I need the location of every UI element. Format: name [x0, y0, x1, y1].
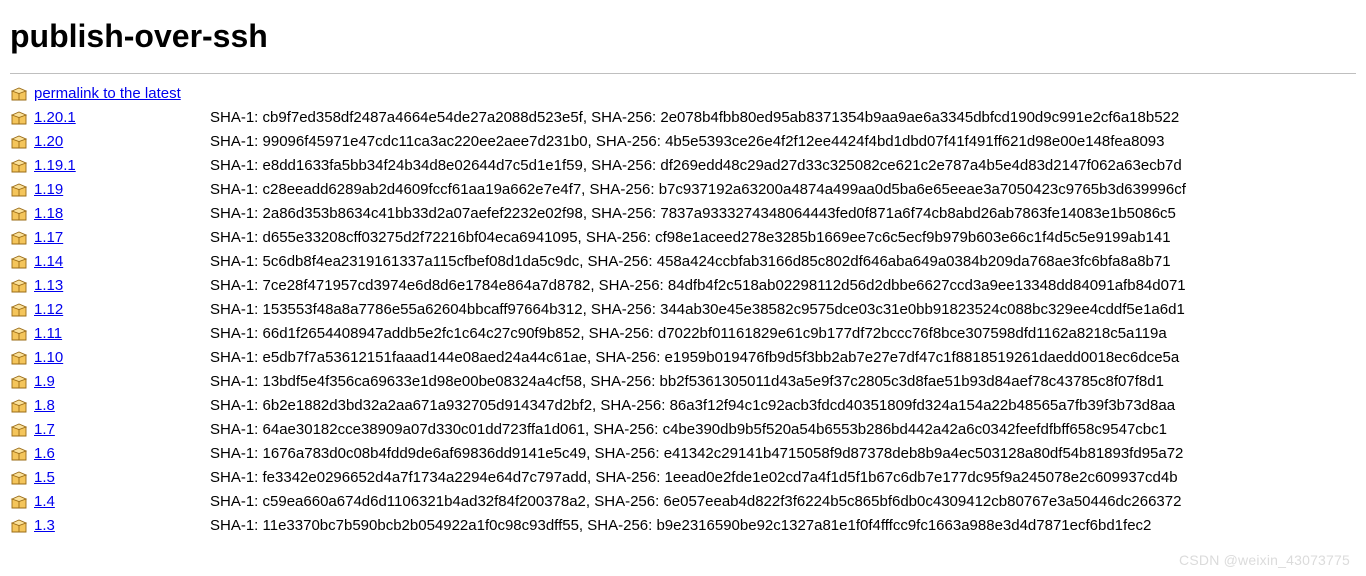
- package-icon: [10, 519, 28, 533]
- hash-text: SHA-1: 13bdf5e4f356ca69633e1d98e00be0832…: [210, 372, 1356, 392]
- package-icon: [10, 255, 28, 269]
- version-link[interactable]: 1.13: [34, 276, 63, 296]
- permalink-link[interactable]: permalink to the latest: [34, 84, 181, 104]
- release-row: 1.12 SHA-1: 153553f48a8a7786e55a62604bbca…: [10, 298, 1356, 322]
- version-link[interactable]: 1.17: [34, 228, 63, 248]
- version-link[interactable]: 1.11: [34, 324, 62, 344]
- hash-text: SHA-1: 66d1f2654408947addb5e2fc1c64c27c9…: [210, 324, 1356, 344]
- hash-text: SHA-1: d655e33208cff03275d2f72216bf04eca…: [210, 228, 1356, 248]
- version-link[interactable]: 1.19: [34, 180, 63, 200]
- release-row: 1.11 SHA-1: 66d1f2654408947addb5e2fc1c64c…: [10, 322, 1356, 346]
- package-icon: [10, 495, 28, 509]
- package-icon: [10, 471, 28, 485]
- release-row: 1.14 SHA-1: 5c6db8f4ea2319161337a115cfbef…: [10, 250, 1356, 274]
- version-link[interactable]: 1.8: [34, 396, 55, 416]
- package-icon: [10, 327, 28, 341]
- release-row: 1.19 SHA-1: c28eeadd6289ab2d4609fccf61aa1…: [10, 178, 1356, 202]
- release-row: 1.7 SHA-1: 64ae30182cce38909a07d330c01dd7…: [10, 418, 1356, 442]
- version-link[interactable]: 1.3: [34, 516, 55, 536]
- version-link[interactable]: 1.4: [34, 492, 55, 512]
- hash-text: SHA-1: 7ce28f471957cd3974e6d8d6e1784e864…: [210, 276, 1356, 296]
- version-link[interactable]: 1.6: [34, 444, 55, 464]
- package-icon: [10, 351, 28, 365]
- hash-text: SHA-1: 2a86d353b8634c41bb33d2a07aefef223…: [210, 204, 1356, 224]
- divider: [10, 73, 1356, 74]
- release-row: 1.13 SHA-1: 7ce28f471957cd3974e6d8d6e1784…: [10, 274, 1356, 298]
- version-link[interactable]: 1.18: [34, 204, 63, 224]
- release-list: permalink to the latest 1.20.1 SHA-1: cb9f…: [10, 82, 1356, 538]
- release-row: 1.6 SHA-1: 1676a783d0c08b4fdd9de6af69836d…: [10, 442, 1356, 466]
- release-row: 1.3 SHA-1: 11e3370bc7b590bcb2b054922a1f0c…: [10, 514, 1356, 538]
- version-link[interactable]: 1.5: [34, 468, 55, 488]
- package-icon: [10, 135, 28, 149]
- package-icon: [10, 447, 28, 461]
- package-icon: [10, 207, 28, 221]
- hash-text: SHA-1: 153553f48a8a7786e55a62604bbcaff97…: [210, 300, 1356, 320]
- hash-text: SHA-1: cb9f7ed358df2487a4664e54de27a2088…: [210, 108, 1356, 128]
- package-icon: [10, 183, 28, 197]
- version-link[interactable]: 1.10: [34, 348, 63, 368]
- package-icon: [10, 231, 28, 245]
- hash-text: SHA-1: 6b2e1882d3bd32a2aa671a932705d9143…: [210, 396, 1356, 416]
- hash-text: SHA-1: 64ae30182cce38909a07d330c01dd723f…: [210, 420, 1356, 440]
- release-row: 1.20.1 SHA-1: cb9f7ed358df2487a4664e54de2…: [10, 106, 1356, 130]
- version-link[interactable]: 1.14: [34, 252, 63, 272]
- page-title: publish-over-ssh: [10, 18, 1356, 55]
- release-row: 1.18 SHA-1: 2a86d353b8634c41bb33d2a07aefe…: [10, 202, 1356, 226]
- permalink-row: permalink to the latest: [10, 82, 1356, 106]
- release-row: 1.4 SHA-1: c59ea660a674d6d1106321b4ad32f8…: [10, 490, 1356, 514]
- hash-text: SHA-1: c28eeadd6289ab2d4609fccf61aa19a66…: [210, 180, 1356, 200]
- release-row: 1.20 SHA-1: 99096f45971e47cdc11ca3ac220ee…: [10, 130, 1356, 154]
- hash-text: SHA-1: e8dd1633fa5bb34f24b34d8e02644d7c5…: [210, 156, 1356, 176]
- version-link[interactable]: 1.20: [34, 132, 63, 152]
- hash-text: SHA-1: e5db7f7a53612151faaad144e08aed24a…: [210, 348, 1356, 368]
- release-row: 1.9 SHA-1: 13bdf5e4f356ca69633e1d98e00be0…: [10, 370, 1356, 394]
- version-link[interactable]: 1.7: [34, 420, 55, 440]
- hash-text: SHA-1: 1676a783d0c08b4fdd9de6af69836dd91…: [210, 444, 1356, 464]
- hash-text: SHA-1: fe3342e0296652d4a7f1734a2294e64d7…: [210, 468, 1356, 488]
- package-icon: [10, 111, 28, 125]
- version-link[interactable]: 1.12: [34, 300, 63, 320]
- version-link[interactable]: 1.9: [34, 372, 55, 392]
- hash-text: SHA-1: c59ea660a674d6d1106321b4ad32f84f2…: [210, 492, 1356, 512]
- hash-text: SHA-1: 11e3370bc7b590bcb2b054922a1f0c98c…: [210, 516, 1356, 536]
- package-icon: [10, 87, 28, 101]
- package-icon: [10, 375, 28, 389]
- release-row: 1.17 SHA-1: d655e33208cff03275d2f72216bf0…: [10, 226, 1356, 250]
- package-icon: [10, 423, 28, 437]
- version-link[interactable]: 1.19.1: [34, 156, 76, 176]
- package-icon: [10, 279, 28, 293]
- version-link[interactable]: 1.20.1: [34, 108, 76, 128]
- hash-text: SHA-1: 99096f45971e47cdc11ca3ac220ee2aee…: [210, 132, 1356, 152]
- hash-text: SHA-1: 5c6db8f4ea2319161337a115cfbef08d1…: [210, 252, 1356, 272]
- release-row: 1.5 SHA-1: fe3342e0296652d4a7f1734a2294e6…: [10, 466, 1356, 490]
- release-row: 1.10 SHA-1: e5db7f7a53612151faaad144e08ae…: [10, 346, 1356, 370]
- watermark: CSDN @weixin_43073775: [1179, 552, 1350, 568]
- release-row: 1.19.1 SHA-1: e8dd1633fa5bb34f24b34d8e026…: [10, 154, 1356, 178]
- package-icon: [10, 399, 28, 413]
- release-row: 1.8 SHA-1: 6b2e1882d3bd32a2aa671a932705d9…: [10, 394, 1356, 418]
- package-icon: [10, 159, 28, 173]
- package-icon: [10, 303, 28, 317]
